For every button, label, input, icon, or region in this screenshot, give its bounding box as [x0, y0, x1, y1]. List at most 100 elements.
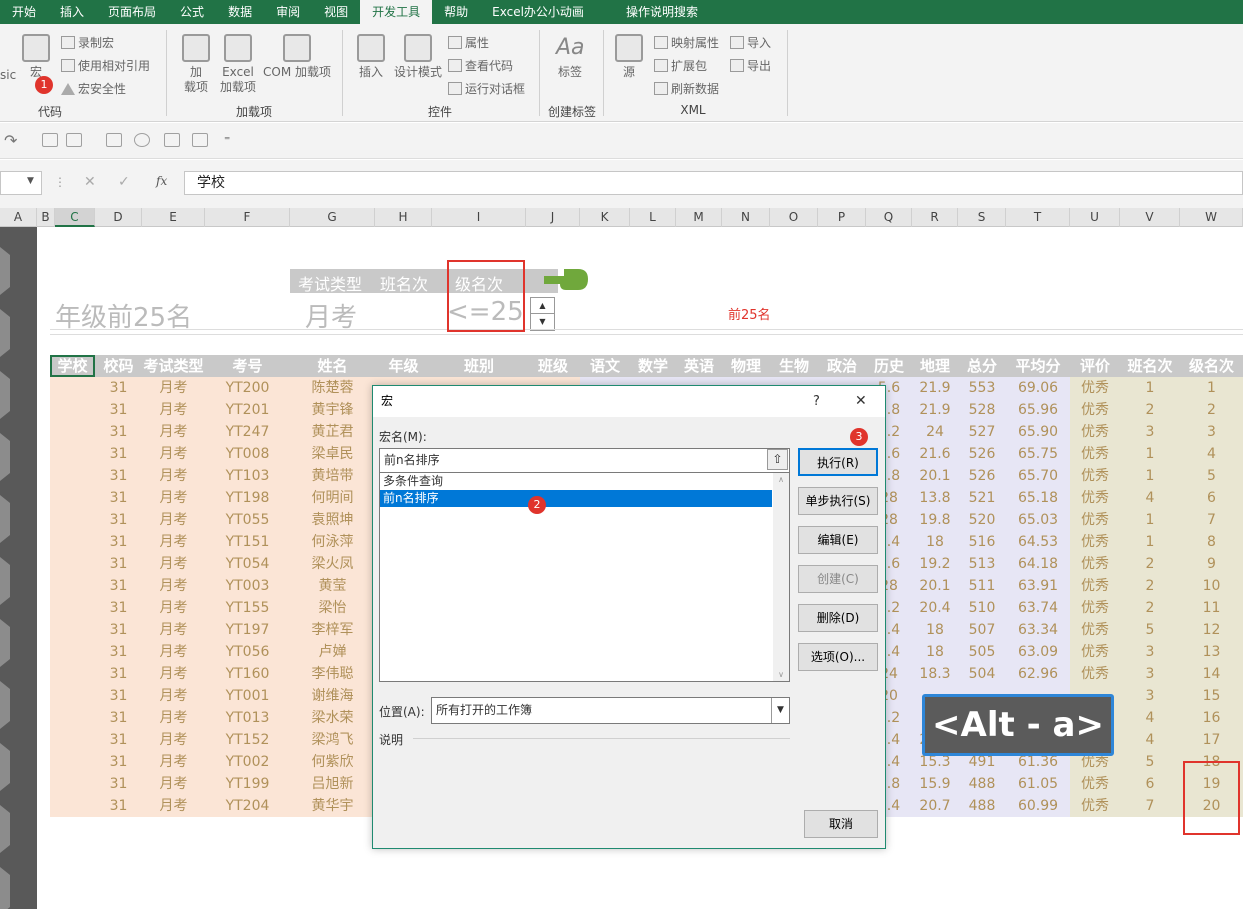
table-cell[interactable]: 优秀 — [1070, 773, 1120, 795]
table-cell[interactable]: 5 — [1120, 619, 1180, 641]
table-cell[interactable]: 优秀 — [1070, 377, 1120, 399]
macro-list-item[interactable]: 前n名排序 — [380, 490, 772, 507]
table-cell[interactable]: 65.96 — [1006, 399, 1070, 421]
table-cell[interactable] — [50, 531, 95, 553]
table-cell[interactable]: YT055 — [205, 509, 290, 531]
column-header-I[interactable]: I — [432, 208, 526, 227]
table-cell[interactable]: 优秀 — [1070, 795, 1120, 817]
table-header-cell[interactable]: 物理 — [722, 355, 770, 377]
table-header-cell[interactable]: 数学 — [630, 355, 676, 377]
table-cell[interactable]: 63.09 — [1006, 641, 1070, 663]
table-cell[interactable]: 黄华宇 — [290, 795, 375, 817]
table-cell[interactable]: 黄宇锋 — [290, 399, 375, 421]
table-cell[interactable]: 18 — [912, 619, 958, 641]
table-cell[interactable]: 5 — [1120, 751, 1180, 773]
table-cell[interactable]: 13.8 — [912, 487, 958, 509]
table-cell[interactable]: 陈楚蓉 — [290, 377, 375, 399]
table-cell[interactable]: 10 — [1180, 575, 1243, 597]
table-cell[interactable]: 何泳萍 — [290, 531, 375, 553]
table-cell[interactable]: 20.1 — [912, 465, 958, 487]
table-cell[interactable]: 月考 — [142, 751, 205, 773]
table-header-cell[interactable]: 评价 — [1070, 355, 1120, 377]
record-macro-button[interactable]: 录制宏 — [61, 34, 114, 51]
table-cell[interactable]: 63.74 — [1006, 597, 1070, 619]
table-cell[interactable]: 20.1 — [912, 575, 958, 597]
options-button[interactable]: 选项(O)... — [798, 643, 878, 671]
table-cell[interactable]: 528 — [958, 399, 1006, 421]
column-header-V[interactable]: V — [1120, 208, 1180, 227]
table-cell[interactable] — [50, 487, 95, 509]
chevron-down-icon[interactable]: ▼ — [771, 698, 789, 723]
cancel-icon[interactable]: ✕ — [84, 174, 96, 190]
column-header-N[interactable]: N — [722, 208, 770, 227]
table-cell[interactable]: 31 — [95, 707, 142, 729]
table-header-cell[interactable]: 考号 — [205, 355, 290, 377]
table-cell[interactable]: 4 — [1120, 707, 1180, 729]
table-cell[interactable]: 月考 — [142, 399, 205, 421]
table-cell[interactable]: 1 — [1180, 377, 1243, 399]
table-cell[interactable] — [50, 729, 95, 751]
table-cell[interactable]: 2 — [1180, 399, 1243, 421]
tab-9[interactable]: Excel办公小动画 — [480, 0, 596, 24]
tab-3[interactable]: 公式 — [168, 0, 216, 24]
table-header-cell[interactable]: 学校 — [50, 355, 95, 377]
table-cell[interactable]: 1 — [1120, 509, 1180, 531]
table-cell[interactable]: 553 — [958, 377, 1006, 399]
table-cell[interactable]: 月考 — [142, 377, 205, 399]
table-cell[interactable]: 1 — [1120, 531, 1180, 553]
table-cell[interactable]: 月考 — [142, 509, 205, 531]
table-cell[interactable]: 4 — [1180, 443, 1243, 465]
table-header-cell[interactable]: 总分 — [958, 355, 1006, 377]
table-cell[interactable]: 优秀 — [1070, 663, 1120, 685]
table-cell[interactable]: 14 — [1180, 663, 1243, 685]
table-cell[interactable]: 1 — [1120, 377, 1180, 399]
table-cell[interactable]: 优秀 — [1070, 531, 1120, 553]
table-cell[interactable]: 月考 — [142, 663, 205, 685]
table-cell[interactable] — [50, 575, 95, 597]
table-cell[interactable]: 65.75 — [1006, 443, 1070, 465]
delete-button[interactable]: 删除(D) — [798, 604, 878, 632]
table-cell[interactable]: 507 — [958, 619, 1006, 641]
table-cell[interactable]: 31 — [95, 421, 142, 443]
column-header-M[interactable]: M — [676, 208, 722, 227]
table-cell[interactable]: YT008 — [205, 443, 290, 465]
table-cell[interactable]: 8 — [1180, 531, 1243, 553]
table-cell[interactable]: 2 — [1120, 597, 1180, 619]
column-header-C[interactable]: C — [55, 208, 95, 227]
listbox-icon[interactable] — [164, 133, 180, 147]
table-cell[interactable] — [50, 795, 95, 817]
tab-5[interactable]: 审阅 — [264, 0, 312, 24]
table-cell[interactable]: 31 — [95, 575, 142, 597]
table-cell[interactable]: 15.9 — [912, 773, 958, 795]
spin-up-icon[interactable]: ▲ — [531, 298, 554, 314]
table-cell[interactable]: 卢婵 — [290, 641, 375, 663]
table-cell[interactable]: 31 — [95, 399, 142, 421]
import-button[interactable]: 导入 — [730, 34, 771, 51]
table-cell[interactable]: 月考 — [142, 707, 205, 729]
table-cell[interactable]: 11 — [1180, 597, 1243, 619]
tab-4[interactable]: 数据 — [216, 0, 264, 24]
column-header-A[interactable]: A — [0, 208, 37, 227]
xml-source-button[interactable]: 源 — [612, 34, 646, 80]
table-cell[interactable]: 2 — [1120, 553, 1180, 575]
table-cell[interactable]: 31 — [95, 465, 142, 487]
table-cell[interactable]: 31 — [95, 509, 142, 531]
table-cell[interactable]: 2 — [1120, 575, 1180, 597]
table-cell[interactable]: 优秀 — [1070, 465, 1120, 487]
table-cell[interactable]: 李梓军 — [290, 619, 375, 641]
table-cell[interactable]: 64.53 — [1006, 531, 1070, 553]
table-cell[interactable]: 488 — [958, 795, 1006, 817]
column-header-B[interactable]: B — [37, 208, 55, 227]
table-cell[interactable]: 31 — [95, 531, 142, 553]
column-header-Q[interactable]: Q — [866, 208, 912, 227]
table-cell[interactable] — [50, 399, 95, 421]
table-cell[interactable]: 21.6 — [912, 443, 958, 465]
table-cell[interactable]: 3 — [1120, 685, 1180, 707]
macro-list[interactable]: 多条件查询 前n名排序 ∧ ∨ — [379, 472, 790, 682]
table-cell[interactable]: 6 — [1120, 773, 1180, 795]
table-cell[interactable]: YT155 — [205, 597, 290, 619]
column-header-F[interactable]: F — [205, 208, 290, 227]
insert-control-button[interactable]: 插入 — [353, 34, 389, 80]
macro-security-button[interactable]: 宏安全性 — [61, 80, 126, 97]
tab-0[interactable]: 开始 — [0, 0, 48, 24]
